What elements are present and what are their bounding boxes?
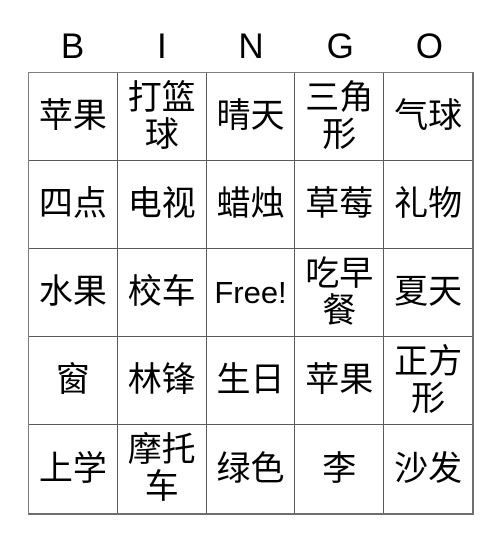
bingo-cell-label: 吃早餐 <box>305 254 374 330</box>
bingo-cell-i5[interactable]: 摩托车 <box>118 425 207 513</box>
bingo-cell-o2[interactable]: 礼物 <box>384 161 472 249</box>
bingo-row: 上学 摩托车 绿色 李 沙发 <box>29 425 472 513</box>
bingo-cell-g2[interactable]: 草莓 <box>295 161 385 249</box>
bingo-cell-label: 三角形 <box>305 78 374 154</box>
bingo-cell-label: 苹果 <box>305 361 374 400</box>
bingo-header-letter-g: G <box>326 26 354 66</box>
bingo-row: 苹果 打篮球 晴天 三角形 气球 <box>29 73 472 161</box>
bingo-cell-label: 李 <box>322 449 357 488</box>
bingo-cell-n4[interactable]: 生日 <box>206 337 296 425</box>
bingo-cell-b2[interactable]: 四点 <box>29 161 118 249</box>
bingo-cell-g3[interactable]: 吃早餐 <box>295 249 385 337</box>
bingo-cell-free-space[interactable]: Free! <box>206 249 296 337</box>
bingo-cell-o1[interactable]: 气球 <box>384 73 472 161</box>
bingo-cell-b5[interactable]: 上学 <box>29 425 118 513</box>
bingo-cell-label: 生日 <box>216 361 285 400</box>
bingo-cell-label: 四点 <box>38 185 107 224</box>
bingo-row: 水果 校车 Free! 吃早餐 夏天 <box>29 249 472 337</box>
bingo-free-label: Free! <box>214 274 287 310</box>
bingo-row: 窗 林锋 生日 苹果 正方形 <box>29 337 472 425</box>
bingo-card: B I N G O 苹果 打篮球 晴天 三角形 气球 四点 电视 蜡烛 草莓 礼… <box>0 0 500 544</box>
bingo-row: 四点 电视 蜡烛 草莓 礼物 <box>29 161 472 249</box>
bingo-header-row: B I N G O <box>28 22 474 70</box>
bingo-cell-o3[interactable]: 夏天 <box>384 249 472 337</box>
bingo-cell-b3[interactable]: 水果 <box>29 249 118 337</box>
bingo-cell-g5[interactable]: 李 <box>295 425 385 513</box>
bingo-cell-label: 夏天 <box>394 273 463 312</box>
bingo-cell-label: 蜡烛 <box>216 185 285 224</box>
bingo-header-letter-b: B <box>60 26 85 66</box>
bingo-cell-i1[interactable]: 打篮球 <box>117 73 207 161</box>
bingo-cell-n1[interactable]: 晴天 <box>206 73 296 161</box>
bingo-cell-b1[interactable]: 苹果 <box>29 73 118 161</box>
bingo-cell-o5[interactable]: 沙发 <box>384 425 472 513</box>
bingo-cell-label: 校车 <box>127 273 196 312</box>
bingo-cell-i3[interactable]: 校车 <box>117 249 207 337</box>
bingo-cell-n5[interactable]: 绿色 <box>207 425 296 513</box>
bingo-cell-label: 绿色 <box>216 449 285 488</box>
bingo-cell-label: 晴天 <box>216 97 285 136</box>
bingo-cell-label: 正方形 <box>394 342 463 418</box>
bingo-grid: 苹果 打篮球 晴天 三角形 气球 四点 电视 蜡烛 草莓 礼物 水果 校车 Fr… <box>28 72 474 515</box>
bingo-cell-label: 沙发 <box>394 449 463 488</box>
bingo-cell-label: 窗 <box>55 361 90 400</box>
bingo-cell-label: 林锋 <box>127 361 196 400</box>
bingo-cell-label: 草莓 <box>305 185 374 224</box>
bingo-cell-label: 摩托车 <box>127 431 196 506</box>
bingo-cell-label: 苹果 <box>38 97 107 136</box>
bingo-cell-label: 上学 <box>38 449 107 488</box>
bingo-cell-label: 礼物 <box>394 185 463 224</box>
bingo-header-letter-n: N <box>238 26 264 66</box>
bingo-cell-i4[interactable]: 林锋 <box>117 337 207 425</box>
bingo-cell-o4[interactable]: 正方形 <box>384 337 472 425</box>
bingo-header-letter-o: O <box>415 26 444 66</box>
bingo-cell-label: 气球 <box>394 97 463 136</box>
bingo-cell-label: 打篮球 <box>127 78 196 154</box>
bingo-cell-g4[interactable]: 苹果 <box>295 337 385 425</box>
bingo-cell-i2[interactable]: 电视 <box>117 161 207 249</box>
bingo-cell-n2[interactable]: 蜡烛 <box>206 161 296 249</box>
bingo-header-letter-i: I <box>156 26 167 66</box>
bingo-cell-g1[interactable]: 三角形 <box>295 73 385 161</box>
bingo-cell-b4[interactable]: 窗 <box>29 337 118 425</box>
bingo-cell-label: 电视 <box>127 185 196 224</box>
bingo-cell-label: 水果 <box>38 273 107 312</box>
